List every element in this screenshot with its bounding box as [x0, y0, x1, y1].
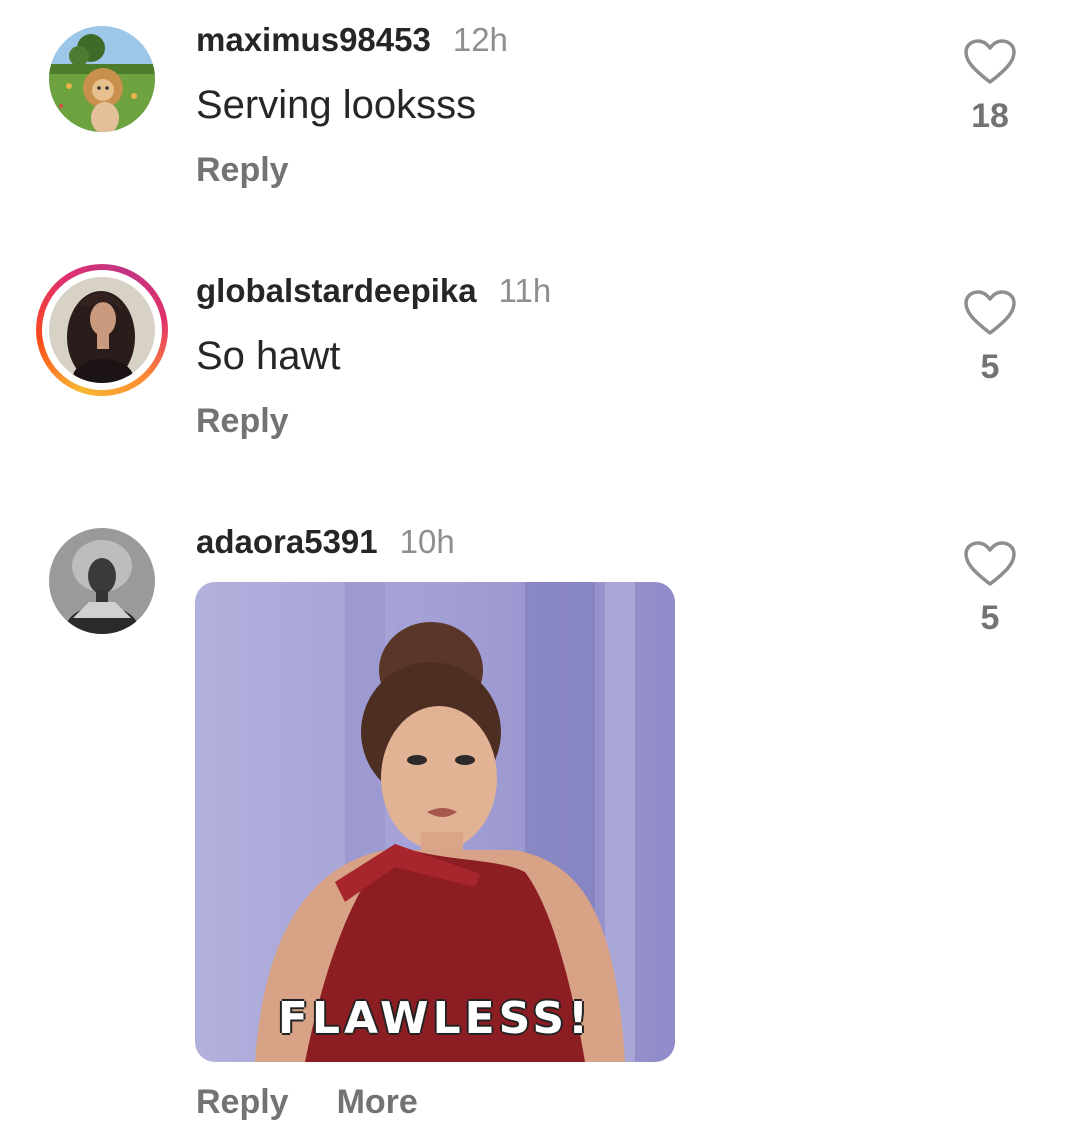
- comment-actions: Reply More: [196, 1080, 418, 1124]
- comment-meta: globalstardeepika 11h: [196, 271, 551, 311]
- heart-icon[interactable]: [963, 38, 1017, 86]
- more-button[interactable]: More: [337, 1083, 418, 1121]
- like-count: 5: [980, 348, 1000, 386]
- comment-text: So hawt: [196, 334, 341, 378]
- heart-icon[interactable]: [963, 289, 1017, 337]
- comment-meta: adaora5391 10h: [196, 522, 455, 562]
- gif-image: [195, 582, 675, 1062]
- comment-time: 11h: [498, 272, 552, 309]
- username[interactable]: maximus98453: [196, 21, 431, 58]
- like-control: 5: [962, 540, 1018, 638]
- heart-icon[interactable]: [963, 540, 1017, 588]
- comment-text: Serving looksss: [196, 83, 477, 127]
- like-control: 18: [962, 38, 1018, 136]
- like-count: 5: [980, 599, 1000, 637]
- comment-time: 10h: [399, 523, 455, 560]
- username[interactable]: adaora5391: [196, 523, 378, 560]
- story-ring[interactable]: [36, 264, 168, 396]
- reply-button[interactable]: Reply: [196, 402, 289, 440]
- like-count: 18: [971, 97, 1009, 135]
- woman-portrait-avatar: [49, 277, 155, 383]
- like-control: 5: [962, 289, 1018, 387]
- gif-caption: FLAWLESS!: [277, 993, 593, 1044]
- comment-meta: maximus98453 12h: [196, 20, 508, 60]
- username[interactable]: globalstardeepika: [196, 272, 477, 309]
- comment-time: 12h: [452, 21, 508, 58]
- comment-actions: Reply: [196, 148, 289, 192]
- comment-actions: Reply: [196, 399, 289, 443]
- lion-cat-avatar[interactable]: [49, 26, 155, 132]
- reply-button[interactable]: Reply: [196, 1083, 289, 1121]
- woman-bw-portrait-avatar[interactable]: [49, 528, 155, 634]
- gif-attachment[interactable]: FLAWLESS!: [195, 582, 675, 1062]
- reply-button[interactable]: Reply: [196, 151, 289, 189]
